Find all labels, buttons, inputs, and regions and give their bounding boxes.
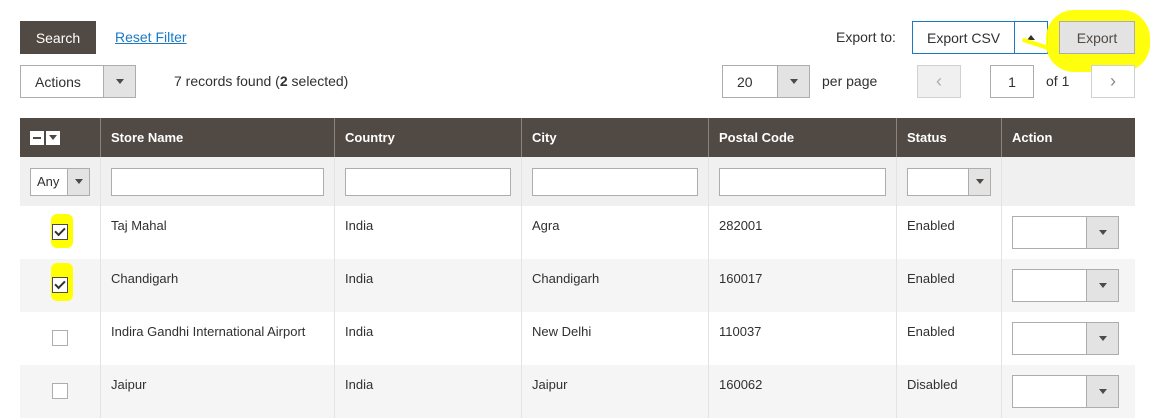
column-header-status[interactable]: Status — [897, 118, 1002, 157]
mass-select-checkbox[interactable] — [30, 130, 44, 145]
status-cell: Enabled — [897, 206, 1002, 259]
row-action-select[interactable] — [1012, 375, 1119, 408]
city-cell: Chandigarh — [522, 259, 709, 312]
actions-label: Actions — [35, 73, 81, 90]
chevron-down-icon[interactable] — [777, 66, 809, 97]
table-row: Taj Mahal India Agra 282001 Enabled — [20, 206, 1135, 259]
store-name-cell: Indira Gandhi International Airport — [101, 312, 335, 365]
status-cell: Enabled — [897, 312, 1002, 365]
records-count: 7 records found (2 selected) — [174, 73, 349, 89]
chevron-down-icon[interactable] — [968, 168, 990, 195]
search-button[interactable]: Search — [20, 21, 96, 54]
chevron-down-icon[interactable] — [1086, 323, 1118, 354]
selection-filter-select[interactable]: Any — [30, 167, 90, 196]
export-button[interactable]: Export — [1059, 21, 1135, 54]
column-header-store-name[interactable]: Store Name — [101, 118, 335, 157]
postal-code-cell: 282001 — [709, 206, 897, 259]
actions-dropdown[interactable]: Actions — [20, 65, 136, 98]
table-row: Chandigarh India Chandigarh 160017 Enabl… — [20, 259, 1135, 312]
table-row: Indira Gandhi International Airport Indi… — [20, 312, 1135, 365]
postal-code-filter-input[interactable] — [719, 167, 886, 196]
row-action-select[interactable] — [1012, 322, 1119, 355]
chevron-down-icon[interactable] — [1086, 217, 1118, 248]
country-cell: India — [335, 365, 522, 418]
postal-code-cell: 160062 — [709, 365, 897, 418]
chevron-right-icon: › — [1110, 71, 1116, 91]
status-filter-select[interactable] — [907, 167, 991, 196]
table-row: Jaipur India Jaipur 160062 Disabled — [20, 365, 1135, 418]
column-header-country[interactable]: Country — [335, 118, 522, 157]
reset-filter-link[interactable]: Reset Filter — [115, 29, 187, 45]
postal-code-cell: 160017 — [709, 259, 897, 312]
next-page-button[interactable]: › — [1091, 65, 1135, 98]
row-checkbox[interactable] — [52, 224, 68, 240]
city-cell: New Delhi — [522, 312, 709, 365]
postal-code-cell: 110037 — [709, 312, 897, 365]
previous-page-button[interactable]: ‹ — [917, 65, 961, 98]
page-total: of 1 — [1046, 73, 1070, 89]
country-cell: India — [335, 312, 522, 365]
chevron-down-icon[interactable] — [46, 130, 60, 145]
country-cell: India — [335, 259, 522, 312]
chevron-down-icon[interactable] — [1086, 376, 1118, 407]
mass-select-header[interactable] — [20, 118, 101, 157]
selection-filter-value: Any — [37, 174, 60, 189]
export-format-select[interactable]: Export CSV — [912, 21, 1048, 54]
filter-row: Any — [20, 157, 1135, 206]
per-page-select[interactable]: 20 — [722, 65, 810, 98]
city-cell: Jaipur — [522, 365, 709, 418]
chevron-left-icon: ‹ — [936, 71, 942, 91]
per-page-label: per page — [822, 73, 878, 89]
chevron-down-icon[interactable] — [1086, 270, 1118, 301]
row-checkbox[interactable] — [52, 330, 68, 346]
status-cell: Disabled — [897, 365, 1002, 418]
page-number-input[interactable]: 1 — [990, 65, 1034, 98]
store-name-cell: Chandigarh — [101, 259, 335, 312]
chevron-down-icon[interactable] — [67, 168, 89, 195]
row-action-select[interactable] — [1012, 216, 1119, 249]
column-header-postal-code[interactable]: Postal Code — [709, 118, 897, 157]
store-name-cell: Taj Mahal — [101, 206, 335, 259]
column-header-action: Action — [1012, 130, 1053, 145]
store-name-cell: Jaipur — [101, 365, 335, 418]
city-cell: Agra — [522, 206, 709, 259]
country-filter-input[interactable] — [345, 167, 511, 196]
per-page-value: 20 — [737, 73, 753, 90]
grid-header: Store Name Country City Postal Code Stat… — [20, 118, 1135, 157]
row-action-select[interactable] — [1012, 269, 1119, 302]
row-checkbox[interactable] — [52, 277, 68, 293]
city-filter-input[interactable] — [532, 167, 698, 196]
country-cell: India — [335, 206, 522, 259]
store-name-filter-input[interactable] — [111, 167, 324, 196]
selected-count: 2 — [279, 73, 288, 89]
status-cell: Enabled — [897, 259, 1002, 312]
column-header-city[interactable]: City — [522, 118, 709, 157]
row-checkbox[interactable] — [52, 383, 68, 399]
chevron-down-icon[interactable] — [103, 66, 135, 97]
stores-grid: Store Name Country City Postal Code Stat… — [20, 118, 1135, 418]
export-to-label: Export to: — [836, 29, 896, 45]
export-format-value: Export CSV — [913, 22, 1015, 53]
